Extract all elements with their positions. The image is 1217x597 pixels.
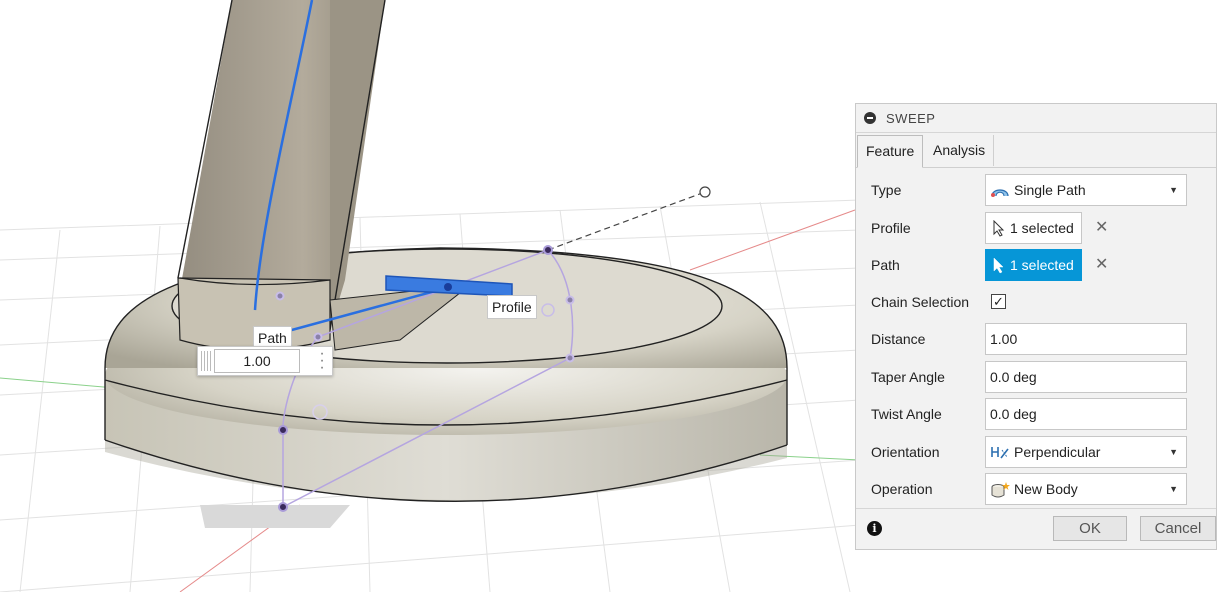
distance-row: Distance 1.00	[856, 323, 1216, 355]
perpendicular-icon	[991, 447, 1009, 459]
chain-selection-checkbox[interactable]: ✓	[991, 294, 1006, 309]
profile-selection-value: 1 selected	[1010, 220, 1074, 236]
operation-value: New Body	[1014, 481, 1078, 497]
path-row: Path 1 selected ✕	[856, 249, 1216, 281]
info-icon[interactable]: i	[867, 521, 882, 536]
chain-selection-label: Chain Selection	[871, 294, 970, 310]
chevron-down-icon: ▼	[1169, 447, 1178, 457]
orientation-value: Perpendicular	[1014, 444, 1101, 460]
dialog-header: SWEEP	[856, 104, 1216, 132]
clear-path-icon[interactable]: ✕	[1095, 249, 1108, 281]
taper-angle-row: Taper Angle 0.0 deg	[856, 361, 1216, 393]
sweep-dialog: SWEEP Feature Analysis Type Single Path …	[855, 103, 1217, 550]
ok-button[interactable]: OK	[1053, 516, 1127, 541]
type-value: Single Path	[1014, 182, 1086, 198]
cancel-button[interactable]: Cancel	[1140, 516, 1216, 541]
single-path-icon	[991, 189, 1009, 198]
path-field-label: Path	[871, 257, 900, 273]
operation-dropdown[interactable]: New Body ▼	[985, 473, 1187, 505]
new-body-icon	[991, 482, 1010, 498]
operation-label: Operation	[871, 481, 933, 497]
dialog-footer: i OK Cancel	[856, 508, 1216, 549]
more-options-icon[interactable]: · · ·	[318, 346, 326, 376]
path-select-button[interactable]: 1 selected	[985, 249, 1082, 281]
cursor-arrow-icon	[993, 220, 1005, 237]
chevron-down-icon: ▼	[1169, 185, 1178, 195]
clear-profile-icon[interactable]: ✕	[1095, 212, 1108, 244]
distance-label: Distance	[871, 331, 926, 347]
profile-label: Profile	[487, 295, 537, 319]
cursor-arrow-icon	[993, 257, 1004, 274]
type-row: Type Single Path ▼	[856, 174, 1216, 206]
taper-angle-input[interactable]: 0.0 deg	[985, 361, 1187, 393]
taper-angle-label: Taper Angle	[871, 369, 945, 385]
orientation-label: Orientation	[871, 444, 940, 460]
distance-manipulator-input[interactable]: 1.00	[214, 349, 300, 373]
twist-angle-row: Twist Angle 0.0 deg	[856, 398, 1216, 430]
type-dropdown[interactable]: Single Path ▼	[985, 174, 1187, 206]
drag-handle-icon[interactable]	[201, 351, 211, 371]
chevron-down-icon: ▼	[1169, 484, 1178, 494]
distance-manipulator[interactable]: 1.00 · · ·	[197, 346, 333, 376]
chain-selection-row: Chain Selection ✓	[856, 286, 1216, 318]
twist-angle-label: Twist Angle	[871, 406, 942, 422]
twist-angle-input[interactable]: 0.0 deg	[985, 398, 1187, 430]
dialog-title: SWEEP	[886, 110, 936, 126]
tab-feature[interactable]: Feature	[857, 135, 924, 168]
profile-row: Profile 1 selected ✕	[856, 212, 1216, 244]
orientation-dropdown[interactable]: Perpendicular ▼	[985, 436, 1187, 468]
profile-field-label: Profile	[871, 220, 911, 236]
path-selection-value: 1 selected	[1010, 257, 1074, 273]
tab-analysis[interactable]: Analysis	[925, 135, 995, 166]
tab-bar: Feature Analysis	[856, 132, 1216, 168]
orientation-row: Orientation Perpendicular ▼	[856, 436, 1216, 468]
distance-input[interactable]: 1.00	[985, 323, 1187, 355]
type-label: Type	[871, 182, 902, 198]
profile-select-button[interactable]: 1 selected	[985, 212, 1082, 244]
collapse-icon[interactable]	[864, 112, 876, 124]
operation-row: Operation New Body ▼	[856, 473, 1216, 505]
